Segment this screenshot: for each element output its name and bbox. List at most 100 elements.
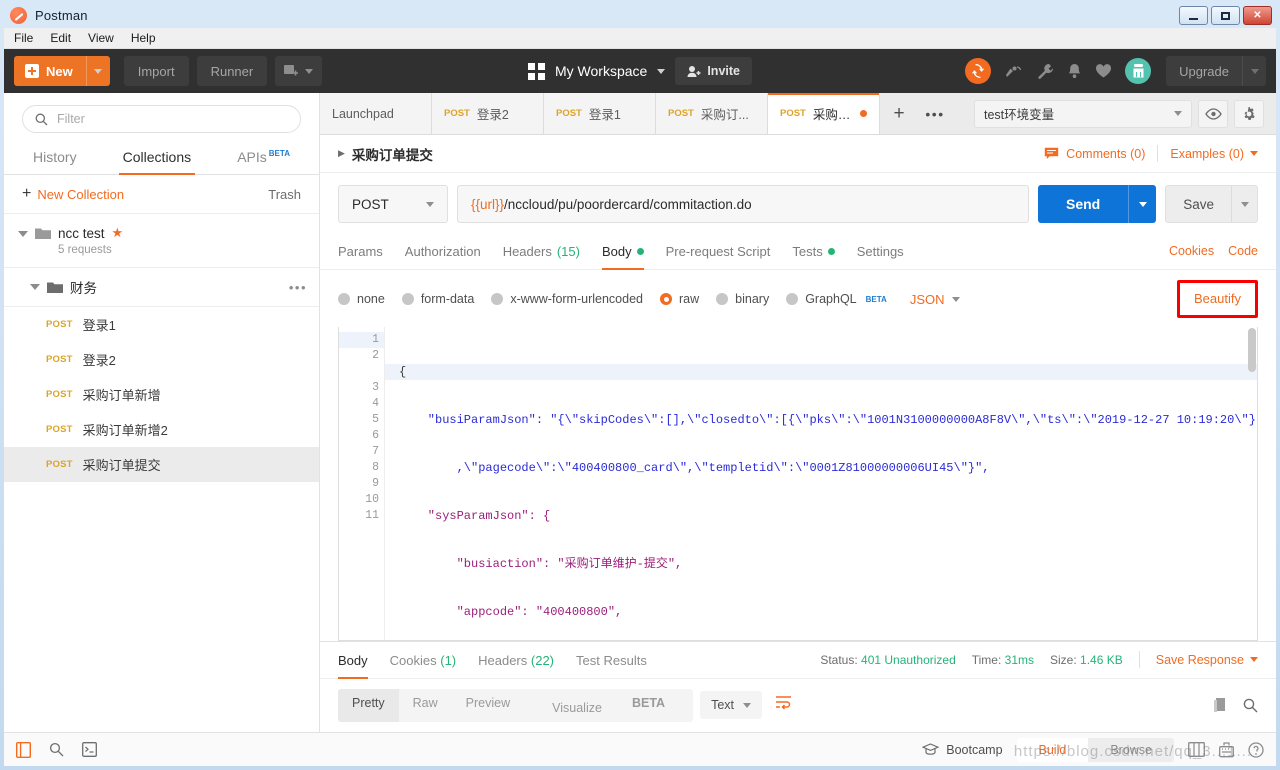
tab-tests[interactable]: Tests [792,233,835,269]
star-icon[interactable]: ★ [112,225,124,241]
folder-more-button[interactable]: ••• [289,280,307,295]
request-item-3[interactable]: POST 采购订单新增 [4,377,319,412]
menu-item-file[interactable]: File [14,31,33,45]
save-button[interactable]: Save [1165,185,1258,223]
body-type-none[interactable]: none [338,292,385,306]
browse-button[interactable]: Browse [1088,738,1174,762]
upgrade-dropdown[interactable] [1242,56,1266,86]
sync-button[interactable] [965,58,992,84]
view-visualize[interactable]: Visualize BETA [524,689,693,722]
sidebar-toggle-icon[interactable] [16,741,31,758]
invite-button[interactable]: Invite [675,57,752,85]
trash-button[interactable]: Trash [268,187,301,202]
workspace-selector[interactable]: My Workspace Invite [528,57,752,85]
environment-selector[interactable]: test环境变量 [974,99,1192,128]
request-item-4[interactable]: POST 采购订单新增2 [4,412,319,447]
settings-button[interactable] [1234,99,1264,128]
save-response-button[interactable]: Save Response [1156,653,1258,667]
sidebar-tab-apis[interactable]: APIs BETA [233,139,294,174]
beautify-button[interactable]: Beautify [1194,291,1241,306]
tab-purchase-order-submit[interactable]: POST 采购订单... [768,93,880,134]
interceptor-icon[interactable] [1004,63,1023,80]
maximize-button[interactable] [1211,6,1240,25]
body-type-graphql[interactable]: GraphQL BETA [786,292,887,306]
search-icon[interactable] [1243,698,1258,713]
help-icon[interactable] [1248,741,1264,758]
menu-item-view[interactable]: View [88,31,114,45]
response-format-selector[interactable]: Text [700,691,762,720]
keyboard-shortcut-icon[interactable] [1219,741,1234,758]
response-tab-test-results[interactable]: Test Results [576,642,647,678]
response-tab-cookies[interactable]: Cookies (1) [390,642,456,678]
response-tab-headers[interactable]: Headers (22) [478,642,554,678]
tab-denglu2[interactable]: POST 登录2 [432,93,544,134]
import-button[interactable]: Import [123,56,189,86]
view-raw[interactable]: Raw [399,689,452,722]
body-type-form-data[interactable]: form-data [401,292,474,306]
collection-actions: + New Collection Trash [4,175,319,214]
sidebar-tab-collections[interactable]: Collections [118,139,196,175]
url-input[interactable]: {{url}}/nccloud/pu/poordercard/commitact… [457,185,1029,223]
method-selector[interactable]: POST [338,185,448,223]
bell-icon[interactable] [1067,63,1082,80]
new-dropdown-button[interactable] [85,56,110,86]
tab-launchpad[interactable]: Launchpad [320,93,432,134]
comments-button[interactable]: Comments (0) [1044,147,1145,161]
body-format-selector[interactable]: JSON [910,292,961,307]
body-editor[interactable]: 1 2 3 4 5 6 7 8 9 10 11 { "busiParamJson… [338,327,1258,641]
view-pretty[interactable]: Pretty [338,688,399,722]
copy-icon[interactable] [1213,697,1227,713]
tab-headers[interactable]: Headers (15) [503,233,580,269]
folder-caiwu[interactable]: 财务 ••• [4,268,319,307]
body-type-urlencoded[interactable]: x-www-form-urlencoded [491,292,643,306]
send-dropdown-button[interactable] [1128,185,1156,223]
tab-denglu1[interactable]: POST 登录1 [544,93,656,134]
code-link[interactable]: Code [1228,244,1258,258]
body-type-raw[interactable]: raw [660,292,699,306]
view-preview[interactable]: Preview [452,689,524,722]
runner-button[interactable]: Runner [196,56,268,86]
tabs-more-button[interactable]: ••• [918,93,952,134]
cookies-link[interactable]: Cookies [1169,244,1214,258]
new-button[interactable]: New [14,56,110,86]
request-item-5[interactable]: POST 采购订单提交 [4,447,319,482]
upgrade-button[interactable]: Upgrade [1166,56,1266,86]
tab-settings[interactable]: Settings [857,233,904,269]
body-type-binary[interactable]: binary [716,292,769,306]
new-tab-button[interactable]: + [880,93,918,134]
scrollbar-thumb[interactable] [1248,328,1256,372]
new-collection-button[interactable]: + New Collection [22,186,124,202]
editor-content[interactable]: { "busiParamJson": "{\"skipCodes\":[],\"… [385,327,1257,640]
search-input[interactable]: Filter [22,105,301,133]
examples-button[interactable]: Examples (0) [1170,147,1258,161]
request-item-2[interactable]: POST 登录2 [4,342,319,377]
tab-authorization[interactable]: Authorization [405,233,481,269]
collection-ncc-test[interactable]: ncc test ★ 5 requests [4,214,319,268]
new-window-button[interactable] [275,56,323,86]
tab-pre-request-script[interactable]: Pre-request Script [666,233,771,269]
breadcrumb-title[interactable]: ▶ 采购订单提交 [338,144,433,164]
find-icon[interactable] [49,742,64,757]
avatar[interactable] [1125,58,1152,84]
bootcamp-button[interactable]: Bootcamp [922,743,1003,757]
minimize-button[interactable] [1179,6,1208,25]
save-dropdown-button[interactable] [1231,186,1257,222]
send-button[interactable]: Send [1037,185,1157,223]
tab-body[interactable]: Body [601,233,644,270]
layout-icon[interactable] [1188,742,1205,757]
editor-scrollbar[interactable] [1248,328,1256,639]
build-button[interactable]: Build [1016,737,1089,762]
environment-quick-look-button[interactable] [1198,99,1228,128]
tab-params[interactable]: Params [338,233,383,269]
console-icon[interactable] [82,742,97,757]
response-tab-body[interactable]: Body [338,642,368,679]
tab-purchase-order-3[interactable]: POST 采购订... [656,93,768,134]
wrench-icon[interactable] [1036,63,1054,80]
menu-item-help[interactable]: Help [131,31,156,45]
menu-item-edit[interactable]: Edit [50,31,71,45]
request-item-1[interactable]: POST 登录1 [4,307,319,342]
wrap-lines-button[interactable] [769,691,798,719]
close-button[interactable]: ✕ [1243,6,1272,25]
heart-icon[interactable] [1095,63,1112,79]
sidebar-tab-history[interactable]: History [29,139,81,174]
